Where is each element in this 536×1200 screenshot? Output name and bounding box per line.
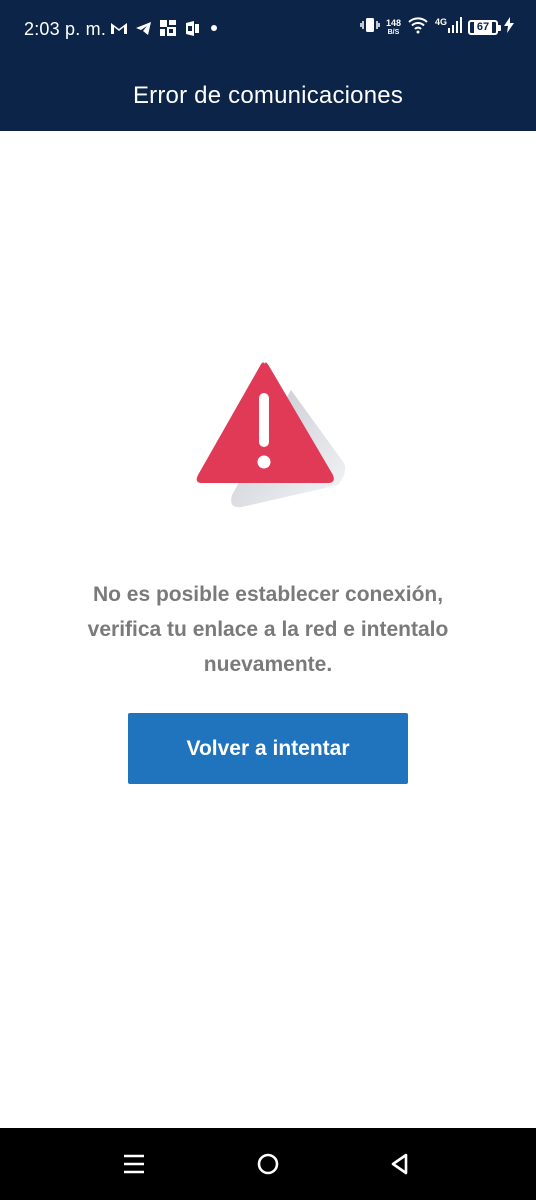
network-type: 4G [434,17,447,27]
status-bar: 2:03 p. m. 148 B/S 4G 67 [0,0,536,60]
dot-icon [207,21,221,35]
error-message-line2: verifica tu enlace a la red e intentalo [87,618,449,641]
vibrate-icon [360,16,380,39]
office-icon [184,20,200,37]
net-speed-unit: B/S [387,28,400,36]
battery-icon: 67 [468,20,501,35]
signal-icon [448,17,462,38]
back-icon[interactable] [384,1148,416,1180]
gmail-icon [110,21,128,35]
notification-icons [110,19,221,37]
warning-triangle-icon [190,355,350,515]
status-right-icons: 148 B/S 4G 67 [360,16,514,39]
signal-group: 4G [435,17,462,38]
wifi-icon [407,16,429,39]
page-title: Error de comunicaciones [132,81,404,109]
charging-icon [504,17,514,38]
error-message: No es posible establecer conexión, verif… [40,577,496,682]
error-message-line3: nuevamente. [203,653,333,676]
battery-level: 67 [473,22,493,33]
app-notification-icon [159,19,177,37]
app-header: Error de comunicaciones [0,60,536,131]
system-nav-bar [0,1128,536,1200]
retry-button[interactable]: Volver a intentar [128,713,408,784]
error-message-line1: No es posible establecer conexión, [92,583,444,606]
menu-icon[interactable] [118,1148,150,1180]
net-speed: 148 B/S [385,17,401,37]
telegram-icon [135,21,152,36]
net-speed-value: 148 [385,17,401,28]
home-icon[interactable] [252,1148,284,1180]
status-time: 2:03 p. m. [24,19,107,39]
